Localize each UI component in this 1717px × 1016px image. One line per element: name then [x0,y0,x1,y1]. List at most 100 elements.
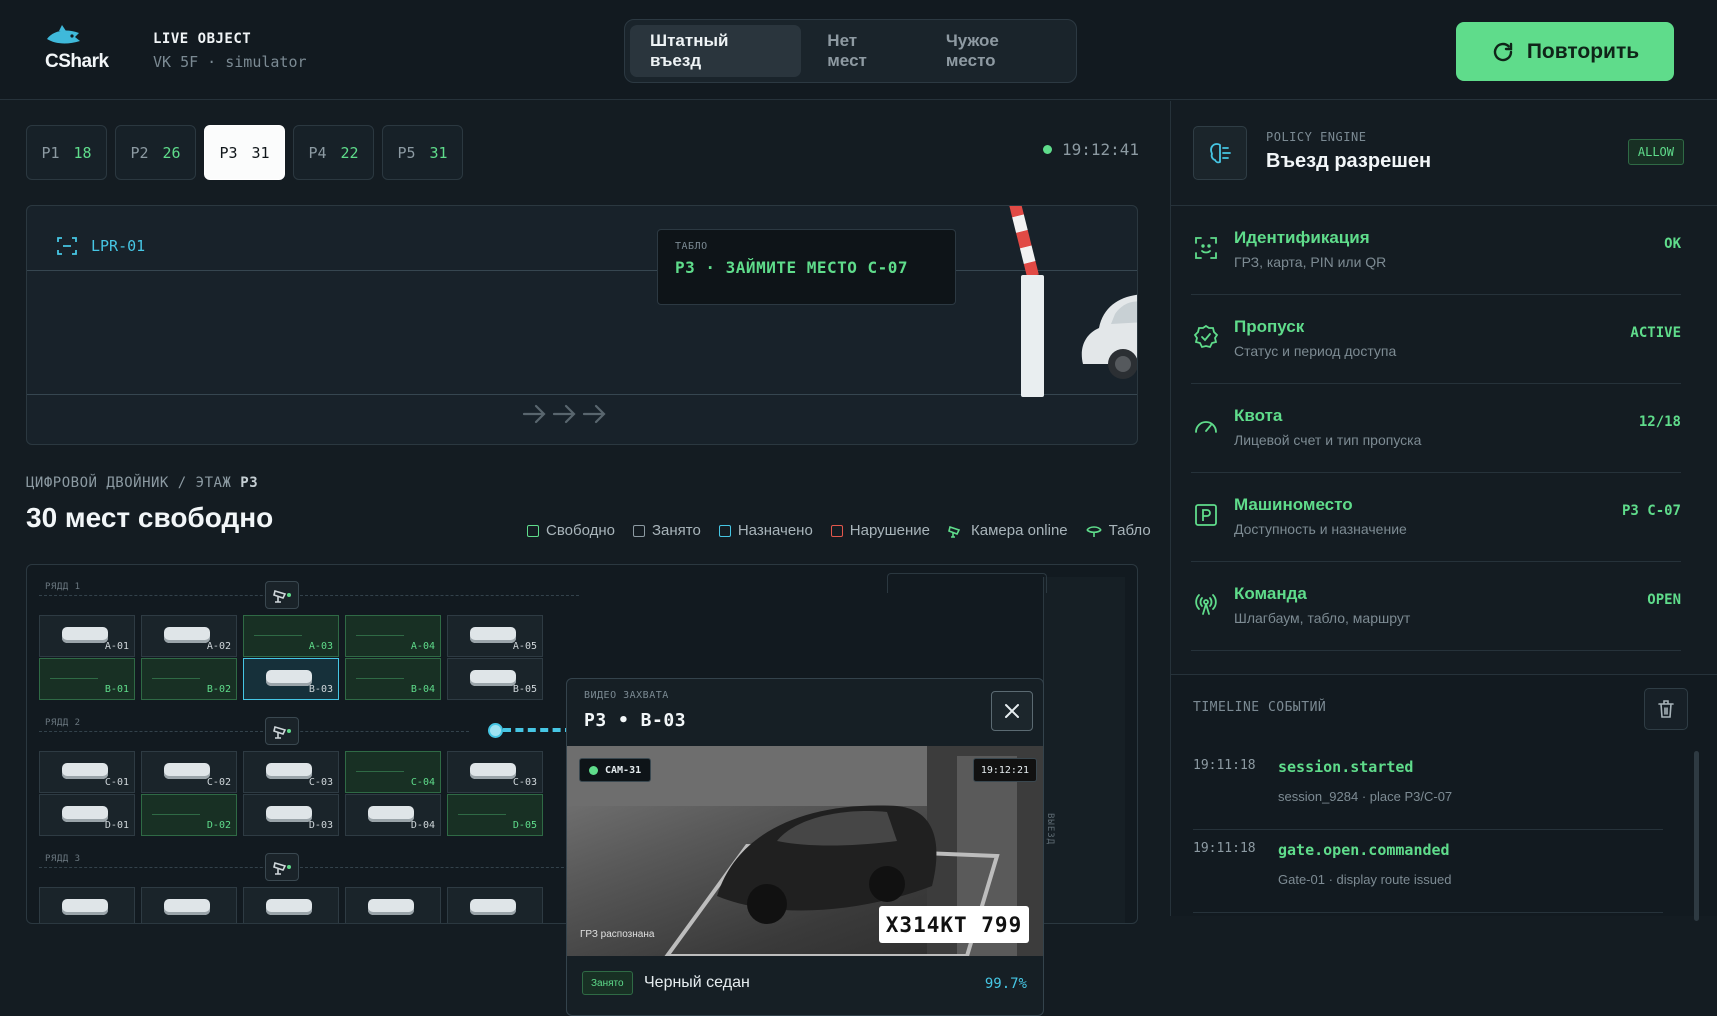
floor-tab-p3[interactable]: P3 31 [204,125,285,180]
check-quota[interactable]: Квота Лицевой счет и тип пропуска 12/18 [1191,384,1681,473]
map-camera[interactable] [265,581,299,609]
car-icon [62,763,108,779]
lane-line [27,394,1137,395]
parking-slot[interactable]: B-03 [243,658,339,700]
map-camera[interactable] [265,717,299,745]
parking-slot[interactable]: A-03 [243,615,339,657]
slot-marking [50,678,98,679]
timeline-title: TIMELINE СОБЫТИЙ [1193,700,1327,715]
check-title: Машиноместо [1234,495,1353,514]
slot-marking [254,635,302,636]
check-parking-space[interactable]: Машиноместо Доступность и назначение P3 … [1191,473,1681,562]
retry-label: Повторить [1526,39,1640,63]
parking-slot[interactable]: A-02 [141,615,237,657]
event-time: 19:11:18 [1193,758,1256,773]
car-icon [470,670,516,686]
object-title: LIVE OBJECT [153,31,252,47]
policy-decision: Въезд разрешен [1266,150,1432,172]
legend-assigned: Назначено [718,522,813,539]
parking-slot[interactable] [39,887,135,923]
parking-slot[interactable] [141,887,237,923]
decision-badge: ALLOW [1627,139,1684,165]
policy-sidebar: POLICY ENGINE Въезд разрешен ALLOW Идент… [1170,101,1717,921]
recognition-confidence: 99.7% [984,976,1027,992]
camera-icon [273,589,291,603]
parking-slot[interactable]: C-02 [141,751,237,793]
slot-label: C-04 [410,777,435,788]
parking-slot[interactable]: C-03 [447,751,543,793]
floor-free-count: 26 [162,143,181,162]
legend-label: Назначено [737,522,813,539]
event-name: session.started [1278,758,1414,776]
map-legend: Свободно Занято Назначено Нарушение Каме… [527,522,1151,539]
slot-label: D-05 [512,820,537,831]
lpr-label: LPR-01 [91,237,146,255]
parking-slot[interactable]: D-02 [141,794,237,836]
parking-slot[interactable]: A-05 [447,615,543,657]
slot-label: C-03 [308,777,333,788]
parking-slot[interactable] [345,887,441,923]
car-icon [266,670,312,686]
check-identification[interactable]: Идентификация ГРЗ, карта, PIN или QR OK [1191,206,1681,295]
floor-tab-p2[interactable]: P2 26 [115,125,196,180]
row-label: РЯДД 1 [45,582,81,592]
page-title: 30 мест свободно [26,502,274,533]
legend-label: Табло [1108,522,1151,539]
face-scan-icon [57,237,77,255]
event-name: gate.open.commanded [1278,841,1450,859]
parking-slot[interactable]: A-01 [39,615,135,657]
logo[interactable]: CShark [42,25,122,75]
parking-slot[interactable]: B-02 [141,658,237,700]
check-subtitle: Статус и период доступа [1234,343,1397,359]
car-icon [470,763,516,779]
scenario-no-spaces[interactable]: Нет мест [807,25,920,77]
parking-slot[interactable]: D-01 [39,794,135,836]
slot-marking [458,814,506,815]
parking-slot[interactable]: B-01 [39,658,135,700]
check-command[interactable]: Команда Шлагбаум, табло, маршрут OPEN [1191,562,1681,651]
floor-tab-p4[interactable]: P4 22 [293,125,374,180]
check-pass[interactable]: Пропуск Статус и период доступа ACTIVE [1191,295,1681,384]
parking-slot[interactable]: A-04 [345,615,441,657]
parking-slot[interactable]: C-03 [243,751,339,793]
parking-slot[interactable] [243,887,339,923]
check-title: Идентификация [1234,228,1370,247]
floor-tab-p5[interactable]: P5 31 [382,125,463,180]
clear-timeline-button[interactable] [1644,688,1688,730]
row-label: РЯДД 2 [45,718,81,728]
parking-slot[interactable]: C-01 [39,751,135,793]
slot-label: A-01 [104,641,129,652]
legend-label: Нарушение [849,522,931,539]
legend-label: Свободно [546,522,615,539]
parking-slot[interactable] [447,887,543,923]
assigned-square-icon [718,524,731,537]
floor-tab-p1[interactable]: P1 18 [26,125,107,180]
scenario-wrong-spot[interactable]: Чужое место [926,25,1071,77]
camera-badge: CAM-31 [579,758,652,782]
slot-marking [356,771,404,772]
scenario-normal-entry[interactable]: Штатный въезд [630,25,802,77]
floor-name: P1 [41,143,60,162]
occupied-square-icon [632,524,645,537]
check-subtitle: Лицевой счет и тип пропуска [1234,432,1422,448]
map-camera[interactable] [265,853,299,881]
tablo-display: ТАБЛО P3 · ЗАЙМИТЕ МЕСТО C-07 [657,229,956,305]
slot-label: B-02 [206,684,231,695]
car-icon [470,899,516,915]
retry-button[interactable]: Повторить [1456,22,1674,81]
parking-slot[interactable]: B-04 [345,658,441,700]
timeline-event[interactable]: 19:11:18 session.started session_9284 · … [1193,748,1663,830]
parking-slot[interactable]: D-04 [345,794,441,836]
parking-slot[interactable]: D-05 [447,794,543,836]
timeline-scrollbar[interactable] [1694,751,1699,921]
close-icon [1005,704,1019,718]
close-button[interactable] [991,691,1033,731]
parking-slot[interactable]: C-04 [345,751,441,793]
slot-label: A-05 [512,641,537,652]
timeline-event[interactable]: 19:11:18 gate.open.commanded Gate-01 · d… [1193,831,1663,913]
barrier-arm [1008,206,1039,278]
parking-slot[interactable]: B-05 [447,658,543,700]
parking-slot[interactable]: D-03 [243,794,339,836]
tablo-label: ТАБЛО [675,241,708,252]
lpr-camera[interactable]: LPR-01 [55,234,145,258]
